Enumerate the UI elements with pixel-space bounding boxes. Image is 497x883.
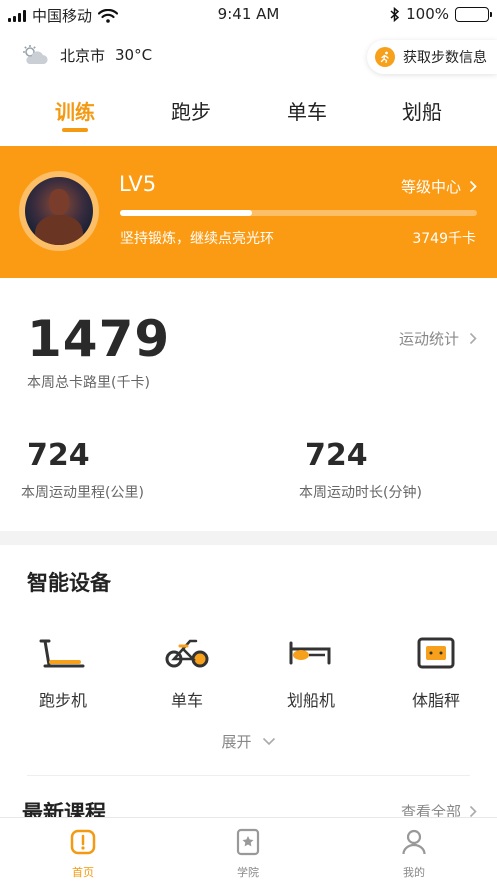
level-progress-fill [120, 210, 253, 216]
device-bike[interactable]: 单车 [142, 633, 232, 711]
tab-running[interactable]: 跑步 [151, 96, 231, 125]
nav-profile[interactable]: 我的 [374, 826, 454, 880]
rowing-machine-icon [266, 633, 356, 673]
tab-label: 单车 [287, 100, 327, 124]
tab-label: 划船 [402, 100, 442, 124]
level-calories: 3749千卡 [412, 231, 476, 247]
weekly-stats: 1479 本周总卡路里(千卡) 运动统计 724 本周运动里程(公里) 724 … [0, 278, 497, 531]
tab-label: 训练 [55, 100, 95, 124]
avatar-ring[interactable] [19, 171, 99, 251]
distance-value: 724 [27, 438, 90, 473]
nav-label: 学院 [237, 866, 259, 879]
section-divider [27, 775, 470, 776]
treadmill-icon [18, 633, 108, 673]
duration-label: 本周运动时长(分钟) [299, 485, 422, 501]
weather-city: 北京市 [60, 46, 106, 65]
bluetooth-icon [390, 6, 400, 22]
device-label: 体脂秤 [411, 691, 460, 710]
chevron-right-icon [469, 332, 477, 345]
weekly-calories-value: 1479 [27, 310, 171, 368]
bottom-nav: 首页 学院 我的 [0, 817, 497, 883]
device-label: 划船机 [286, 691, 335, 710]
device-treadmill[interactable]: 跑步机 [18, 633, 108, 711]
get-steps-label: 获取步数信息 [403, 50, 487, 66]
avatar [25, 177, 93, 245]
tab-label: 跑步 [171, 100, 211, 124]
tab-training[interactable]: 训练 [35, 96, 115, 132]
nav-home[interactable]: 首页 [43, 826, 123, 880]
chevron-down-icon [262, 737, 275, 746]
body-fat-scale-icon [391, 633, 481, 673]
smart-devices-section: 智能设备 跑步机 单车 划船机 体脂秤 展开 最新课程 查看全部 [0, 545, 497, 825]
bike-icon [142, 633, 232, 673]
level-banner: LV5 等级中心 坚持锻炼，继续点亮光环 3749千卡 [0, 146, 497, 278]
distance-label: 本周运动里程(公里) [21, 485, 144, 501]
cloud-sun-icon [23, 45, 48, 64]
chevron-right-icon [469, 180, 477, 193]
devices-title: 智能设备 [27, 571, 111, 595]
profile-icon [374, 826, 454, 858]
weather-info: 北京市 30°C [20, 44, 152, 66]
device-rowing-machine[interactable]: 划船机 [266, 633, 356, 711]
level-name: LV5 [119, 172, 157, 196]
battery-icon [455, 6, 492, 22]
weekly-calories-label: 本周总卡路里(千卡) [27, 375, 150, 391]
academy-icon [208, 826, 288, 858]
sport-stats-label: 运动统计 [398, 330, 459, 348]
expand-devices-button[interactable]: 展开 [0, 731, 497, 752]
runner-icon [375, 47, 395, 67]
top-tabs: 训练 跑步 单车 划船 [0, 84, 497, 146]
tab-cycling[interactable]: 单车 [267, 96, 347, 125]
battery-percent: 100% [406, 5, 449, 23]
expand-label: 展开 [221, 733, 252, 751]
status-bar: 中国移动 9:41 AM 100% [0, 0, 497, 30]
tab-active-indicator [62, 128, 88, 132]
device-label: 跑步机 [38, 691, 87, 710]
level-motto: 坚持锻炼，继续点亮光环 [120, 231, 274, 247]
nav-label: 我的 [403, 866, 425, 879]
level-center-link[interactable]: 等级中心 [401, 176, 477, 197]
tab-rowing[interactable]: 划船 [382, 96, 462, 125]
device-label: 单车 [170, 691, 203, 710]
nav-academy[interactable]: 学院 [208, 826, 288, 880]
home-icon [43, 826, 123, 858]
level-center-label: 等级中心 [400, 178, 461, 196]
nav-label: 首页 [72, 866, 94, 879]
level-progress-bar [120, 210, 477, 216]
status-right: 100% [390, 5, 492, 23]
weather-temperature: 30°C [115, 46, 153, 64]
device-body-fat-scale[interactable]: 体脂秤 [391, 633, 481, 711]
get-steps-button[interactable]: 获取步数信息 [367, 40, 497, 74]
sport-stats-link[interactable]: 运动统计 [399, 328, 477, 349]
duration-value: 724 [305, 438, 368, 473]
